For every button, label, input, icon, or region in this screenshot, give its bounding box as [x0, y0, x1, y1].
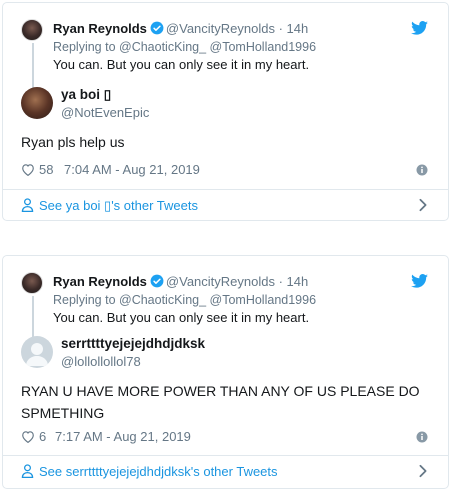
info-icon[interactable] [416, 431, 428, 443]
quoted-tweet-text: You can. But you can only see it in my h… [53, 57, 310, 72]
avatar[interactable] [21, 87, 53, 119]
twitter-logo-icon[interactable] [411, 274, 428, 288]
chevron-right-icon[interactable] [418, 464, 428, 478]
verified-badge-icon [150, 274, 164, 288]
quoted-author-name[interactable]: Ryan Reynolds [53, 21, 147, 36]
person-icon [21, 464, 34, 478]
like-count[interactable]: 58 [39, 162, 53, 177]
verified-badge-icon [150, 21, 164, 35]
quoted-time[interactable]: · 14h [279, 274, 309, 289]
other-tweets-label[interactable]: See serrttttyejejejdhdjdksk's other Twee… [39, 464, 278, 479]
avatar[interactable] [21, 272, 43, 294]
author-name[interactable]: serrttttyejejejdhdjdksk [61, 336, 205, 351]
quoted-tweet-header: Ryan Reynolds @VancityReynolds · 14h [53, 274, 308, 290]
tweet-timestamp[interactable]: 7:17 AM - Aug 21, 2019 [55, 429, 191, 444]
thread-line [32, 43, 34, 89]
twitter-logo-icon[interactable] [411, 21, 428, 35]
quoted-author-name[interactable]: Ryan Reynolds [53, 274, 147, 289]
tweet-meta: 58 7:04 AM - Aug 21, 2019 [21, 161, 430, 179]
other-tweets-link[interactable]: See serrttttyejejejdhdjdksk's other Twee… [3, 456, 448, 488]
avatar[interactable] [21, 19, 43, 41]
default-avatar-icon [26, 343, 48, 366]
author-name[interactable]: ya boi ▯ [61, 87, 111, 103]
quoted-author-handle[interactable]: @VancityReynolds [166, 21, 275, 36]
heart-icon[interactable] [21, 163, 35, 176]
tweet-meta: 6 7:17 AM - Aug 21, 2019 [21, 428, 430, 446]
like-count[interactable]: 6 [39, 429, 46, 444]
thread-line [32, 296, 34, 342]
quoted-tweet-header: Ryan Reynolds @VancityReynolds · 14h [53, 21, 308, 37]
avatar[interactable] [21, 336, 53, 368]
embedded-tweet-card: Ryan Reynolds @VancityReynolds · 14h Repl… [2, 2, 449, 221]
quoted-tweet-text: You can. But you can only see it in my h… [53, 310, 310, 325]
chevron-right-icon[interactable] [418, 198, 428, 212]
tweet-timestamp[interactable]: 7:04 AM - Aug 21, 2019 [64, 162, 200, 177]
quoted-time[interactable]: · 14h [279, 21, 309, 36]
tweet-text: RYAN U HAVE MORE POWER THAN ANY OF US PL… [21, 383, 420, 421]
heart-icon[interactable] [21, 430, 35, 443]
info-icon[interactable] [416, 164, 428, 176]
tweet-text: Ryan pls help us [21, 134, 125, 150]
embedded-tweet-card: Ryan Reynolds @VancityReynolds · 14h Repl… [2, 255, 449, 489]
author-handle[interactable]: @lollollollol78 [61, 354, 141, 369]
other-tweets-label[interactable]: See ya boi ▯'s other Tweets [39, 198, 198, 214]
person-icon [21, 198, 34, 212]
quoted-author-handle[interactable]: @VancityReynolds [166, 274, 275, 289]
author-handle[interactable]: @NotEvenEpic [61, 105, 149, 120]
replying-to[interactable]: Replying to @ChaoticKing_ @TomHolland199… [53, 40, 316, 54]
replying-to[interactable]: Replying to @ChaoticKing_ @TomHolland199… [53, 293, 316, 307]
other-tweets-link[interactable]: See ya boi ▯'s other Tweets [3, 190, 448, 222]
